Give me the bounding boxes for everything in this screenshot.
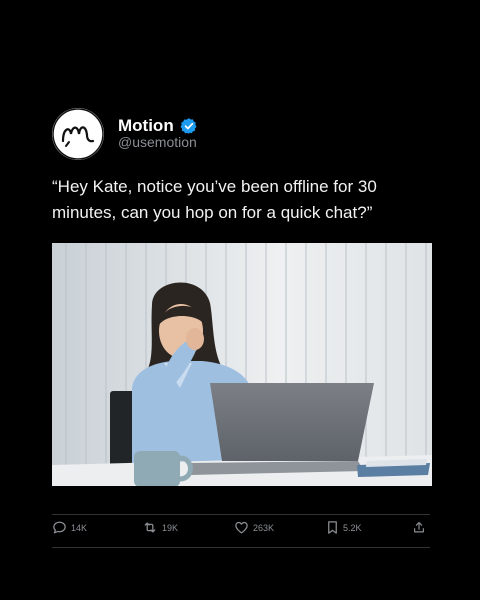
- avatar[interactable]: [52, 108, 104, 160]
- photo-image: [52, 243, 432, 486]
- heart-icon: [235, 521, 248, 534]
- actions-top-divider: [52, 514, 430, 515]
- bookmark-button[interactable]: 5.2K: [326, 520, 362, 535]
- verified-badge-icon: [180, 118, 197, 134]
- reply-count: 14K: [71, 522, 88, 533]
- like-button[interactable]: 263K: [234, 520, 274, 535]
- reply-icon: [53, 521, 66, 534]
- motion-logo-icon: [52, 108, 104, 160]
- account-name[interactable]: Motion: [118, 116, 174, 136]
- share-button[interactable]: [412, 520, 426, 535]
- actions-bottom-divider: [52, 547, 430, 548]
- bookmark-icon: [328, 521, 337, 534]
- like-count: 263K: [253, 522, 275, 533]
- tweet-actions: 14K 19K 263K 5.2K: [52, 520, 432, 544]
- bookmark-count: 5.2K: [343, 522, 362, 533]
- tweet-text: “Hey Kate, notice you’ve been offline fo…: [52, 177, 377, 222]
- share-icon: [414, 521, 424, 533]
- reply-button[interactable]: 14K: [52, 520, 87, 535]
- account-handle[interactable]: @usemotion: [118, 134, 197, 150]
- retweet-count: 19K: [162, 522, 179, 533]
- tweet-header: Motion: [52, 108, 432, 164]
- account-name-row[interactable]: Motion: [118, 116, 198, 136]
- retweet-icon: [144, 522, 156, 533]
- tweet-photo[interactable]: [52, 243, 432, 486]
- retweet-button[interactable]: 19K: [142, 520, 178, 535]
